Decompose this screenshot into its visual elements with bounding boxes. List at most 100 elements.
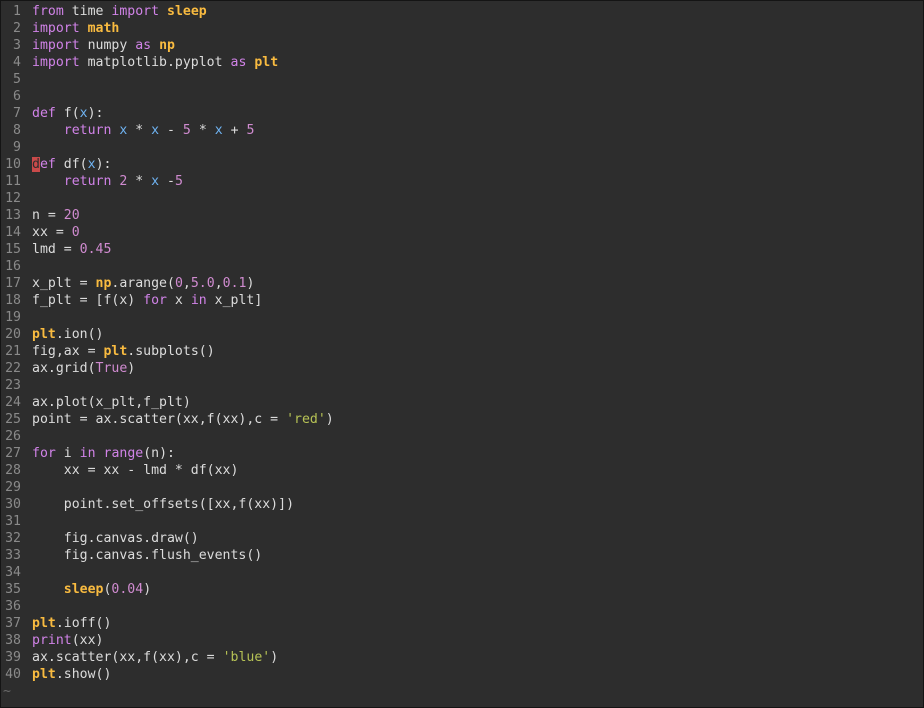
code-line[interactable]: 14 xx = 0 [1,224,923,241]
line-number: 29 [5,480,21,495]
code-token: range [103,446,144,461]
code-line[interactable]: 2 import math [1,20,923,37]
line-number: 7 [13,106,21,121]
code-line[interactable]: 13 n = 20 [1,207,923,224]
code-line[interactable]: 3 import numpy as np [1,37,923,54]
code-editor[interactable]: 1 from time import sleep 2 import math 3 impo… [0,0,924,708]
code-line[interactable]: 1 from time import sleep [1,3,923,20]
code-line[interactable]: 24 ax.plot(x_plt,f_plt) [1,394,923,411]
code-token: fig.canvas.flush_events() [32,548,263,563]
code-token: np [159,38,175,53]
code-token: 20 [63,208,80,223]
line-number: 25 [5,412,21,427]
code-token: ax.plot(x_plt,f_plt) [32,395,191,410]
code-token: n = [32,208,64,223]
code-line[interactable]: 39 ax.scatter(xx,f(xx),c = 'blue') [1,649,923,666]
code-token: ) [270,650,279,665]
code-token: i [55,446,80,461]
line-number: 8 [13,123,21,138]
code-line[interactable]: 15 lmd = 0.45 [1,241,923,258]
code-line[interactable]: 5 [1,71,923,88]
code-token: numpy [79,38,136,53]
line-number: 1 [13,4,21,19]
code-token: return [63,123,112,138]
code-token: , [214,276,223,291]
code-token: in [190,293,207,308]
code-line[interactable]: 40 plt.show() [1,666,923,683]
code-token: - [159,174,175,189]
code-token: for [32,446,56,461]
code-line[interactable]: 26 [1,428,923,445]
code-line[interactable]: 16 [1,258,923,275]
line-code: return 2 * x -5 [32,174,183,189]
code-line[interactable]: 4 import matplotlib.pyplot as plt [1,54,923,71]
code-line[interactable]: 17 x_plt = np.arange(0,5.0,0.1) [1,275,923,292]
line-code: xx = xx - lmd * df(xx) [32,463,239,478]
code-line[interactable]: 35 sleep(0.04) [1,581,923,598]
code-line[interactable]: 6 [1,88,923,105]
code-token: fig,ax = [32,344,104,359]
line-code: print(xx) [32,633,103,648]
line-number: 39 [5,650,21,665]
code-line[interactable]: 36 [1,598,923,615]
code-line[interactable]: 33 fig.canvas.flush_events() [1,547,923,564]
code-line[interactable]: 27 for i in range(n): [1,445,923,462]
code-token: ax.grid( [32,361,96,376]
code-line[interactable]: 9 [1,139,923,156]
code-token: point = ax.scatter(xx,f(xx),c = [32,412,287,427]
code-line[interactable]: 10 def df(x): [1,156,923,173]
line-code: fig,ax = plt.subplots() [32,344,215,359]
code-token: lmd = [32,242,80,257]
code-line[interactable]: 21 fig,ax = plt.subplots() [1,343,923,360]
code-token: from [32,4,64,19]
code-line[interactable]: 37 plt.ioff() [1,615,923,632]
code-token: x [87,157,96,172]
line-code: fig.canvas.draw() [32,531,199,546]
code-token: x [214,123,223,138]
code-lines[interactable]: 1 from time import sleep 2 import math 3 impo… [1,3,923,700]
line-number: 12 [5,191,21,206]
code-token: ): [87,106,104,121]
line-code: fig.canvas.flush_events() [32,548,263,563]
code-token: import [111,4,160,19]
code-token: xx = [32,225,72,240]
code-line[interactable]: 11 return 2 * x -5 [1,173,923,190]
line-code: for i in range(n): [32,446,175,461]
code-line[interactable]: 29 [1,479,923,496]
code-line[interactable]: 31 [1,513,923,530]
code-line[interactable]: 30 point.set_offsets([xx,f(xx)]) [1,496,923,513]
line-code: def f(x): [32,106,104,121]
code-line[interactable]: 18 f_plt = [f(x) for x in x_plt] [1,292,923,309]
line-number: 18 [5,293,21,308]
code-line[interactable]: 22 ax.grid(True) [1,360,923,377]
line-code: xx = 0 [32,225,80,240]
code-token: .ion() [55,327,104,342]
code-token: ) [325,412,334,427]
code-line[interactable]: 38 print(xx) [1,632,923,649]
line-number: 3 [13,38,21,53]
code-line[interactable]: 32 fig.canvas.draw() [1,530,923,547]
code-line[interactable]: 7 def f(x): [1,105,923,122]
code-line[interactable]: 19 [1,309,923,326]
line-code: ax.plot(x_plt,f_plt) [32,395,191,410]
line-number: 9 [13,140,21,155]
code-token: xx = xx - lmd * df(xx) [32,463,239,478]
code-token: .ioff() [55,616,112,631]
code-token: as [230,55,247,70]
code-line[interactable]: 20 plt.ion() [1,326,923,343]
code-line[interactable]: 25 point = ax.scatter(xx,f(xx),c = 'red') [1,411,923,428]
code-line[interactable]: 8 return x * x - 5 * x + 5 [1,122,923,139]
code-token: (n): [143,446,175,461]
code-token: .subplots() [127,344,215,359]
line-code: def df(x): [32,157,111,172]
code-line[interactable]: 28 xx = xx - lmd * df(xx) [1,462,923,479]
line-code: f_plt = [f(x) for x in x_plt] [32,293,262,308]
code-line[interactable]: 34 [1,564,923,581]
code-token: in [79,446,96,461]
code-token: plt [103,344,128,359]
line-number: 21 [5,344,21,359]
code-line[interactable]: 23 [1,377,923,394]
code-line[interactable]: 12 [1,190,923,207]
